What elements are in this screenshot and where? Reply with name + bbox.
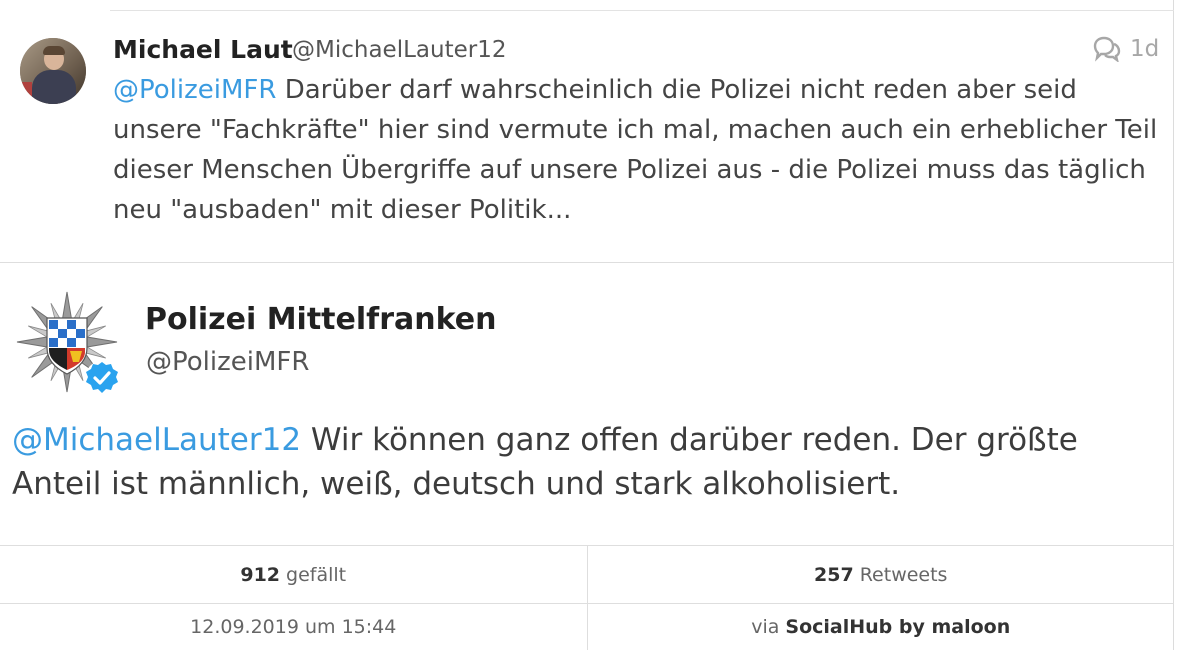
parent-tweet[interactable]: Michael Laut @MichaelLauter12 1d @Polize… (0, 0, 1174, 263)
likes-stat[interactable]: 912 gefällt (0, 546, 587, 603)
parent-author-handle[interactable]: @MichaelLauter12 (292, 37, 506, 63)
tweet-stats: 912 gefällt 257 Retweets (0, 545, 1174, 604)
tweet-timestamp: 12.09.2019 um 15:44 (190, 615, 397, 638)
tweet-author-handle[interactable]: @PolizeiMFR (146, 347, 309, 377)
retweets-count: 257 (814, 563, 854, 586)
retweets-label: Retweets (859, 563, 948, 586)
mention-link[interactable]: @PolizeiMFR (113, 75, 276, 105)
parent-author-name[interactable]: Michael Laut (113, 35, 293, 64)
tweet-meta: 12.09.2019 um 15:44 via SocialHub by mal… (0, 603, 1174, 650)
parent-tweet-meta: 1d (1092, 36, 1159, 62)
tweet-author-name[interactable]: Polizei Mittelfranken (145, 302, 496, 337)
avatar[interactable] (20, 38, 86, 104)
mention-link[interactable]: @MichaelLauter12 (12, 422, 301, 458)
via-label: via (751, 615, 780, 638)
source-client-link[interactable]: SocialHub by maloon (785, 616, 1010, 638)
parent-tweet-text: @PolizeiMFR Darüber darf wahrscheinlich … (113, 70, 1163, 230)
likes-label: gefällt (286, 563, 347, 586)
retweets-stat[interactable]: 257 Retweets (586, 546, 1175, 603)
tweet-source: via SocialHub by maloon (586, 603, 1175, 650)
parent-tweet-age: 1d (1130, 36, 1160, 62)
verified-badge-icon (84, 360, 120, 400)
conversation-icon[interactable] (1092, 36, 1122, 62)
likes-count: 912 (240, 563, 281, 586)
tweet-text: @MichaelLauter12 Wir können ganz offen d… (12, 418, 1162, 506)
tweet-detail-frame: Michael Laut @MichaelLauter12 1d @Polize… (0, 0, 1174, 650)
